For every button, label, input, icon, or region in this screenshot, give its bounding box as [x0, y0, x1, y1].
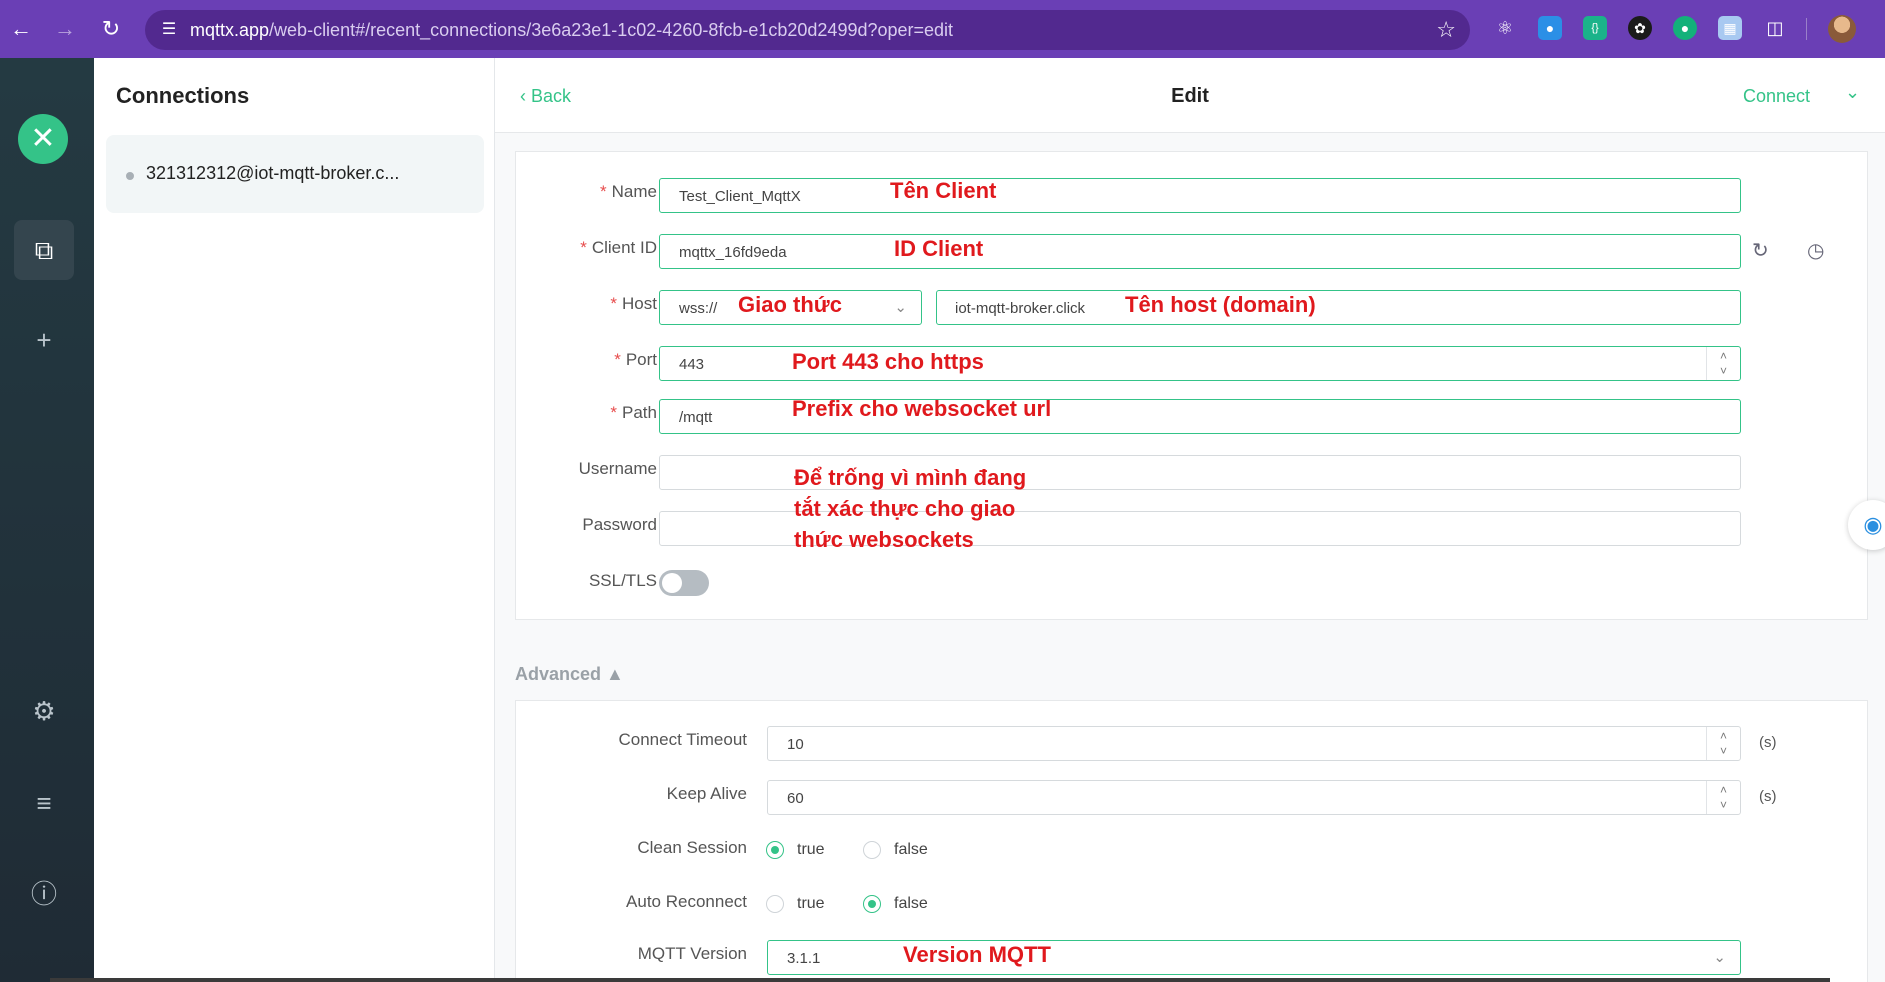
auto-reconnect-true-radio[interactable]	[766, 895, 784, 913]
connect-timeout-unit: (s)	[1759, 734, 1777, 751]
back-arrow-icon[interactable]: ←	[6, 14, 36, 44]
extensions-puzzle-icon[interactable]: ◫	[1763, 16, 1787, 40]
port-stepper[interactable]: ˄ ˅	[1706, 347, 1740, 380]
username-label: Username	[578, 459, 657, 478]
path-label: * Path	[610, 403, 657, 422]
reload-icon[interactable]: ↻	[96, 14, 126, 44]
ssl-toggle[interactable]	[659, 570, 709, 596]
name-label: * Name	[600, 182, 657, 201]
toolbar-divider	[1806, 18, 1807, 40]
profile-avatar[interactable]	[1828, 15, 1856, 43]
client-id-input[interactable]: mqttx_16fd9eda	[659, 234, 1741, 269]
name-input[interactable]: Test_Client_MqttX	[659, 178, 1741, 213]
connect-timeout-input[interactable]: 10 ˄ ˅	[767, 726, 1741, 761]
toggle-knob	[662, 573, 682, 593]
annotation-host: Tên host (domain)	[1125, 292, 1316, 317]
advanced-settings-card: Connect Timeout 10 ˄ ˅ (s) Keep Alive 60 …	[515, 700, 1868, 982]
url-text: mqttx.app/web-client#/recent_connections…	[190, 20, 954, 40]
keep-alive-input[interactable]: 60 ˄ ˅	[767, 780, 1741, 815]
address-bar[interactable]: ☰ mqttx.app/web-client#/recent_connectio…	[145, 10, 1470, 50]
auto-reconnect-label: Auto Reconnect	[626, 892, 747, 911]
auto-reconnect-false-label[interactable]: false	[894, 895, 928, 913]
connect-button[interactable]: Connect	[1743, 86, 1810, 107]
forward-arrow-icon[interactable]: →	[50, 14, 80, 44]
clean-session-false-radio[interactable]	[863, 841, 881, 859]
connection-list-item[interactable]: 321312312@iot-mqtt-broker.c...	[106, 135, 484, 213]
port-label: * Port	[614, 350, 657, 369]
host-label: * Host	[610, 294, 657, 313]
new-connection-plus-icon[interactable]: +	[14, 310, 74, 370]
connect-timeout-stepper[interactable]: ˄ ˅	[1706, 727, 1740, 760]
log-feed-icon[interactable]: ≡	[14, 773, 74, 833]
general-settings-card: * Name Test_Client_MqttX Tên Client * Clie…	[515, 151, 1868, 620]
connection-status-dot	[126, 172, 134, 180]
auto-reconnect-false-radio[interactable]	[863, 895, 881, 913]
chevron-down-icon[interactable]: ⌄	[1845, 82, 1860, 103]
connect-timeout-label: Connect Timeout	[618, 730, 747, 749]
annotation-protocol: Giao thức	[738, 292, 842, 317]
connections-title: Connections	[116, 83, 250, 108]
connections-panel: Connections 321312312@iot-mqtt-broker.c.…	[94, 58, 495, 982]
main-content: ‹ Back Edit Connect ⌄ * Name Test_Client_…	[495, 58, 1885, 982]
mqtt-version-label: MQTT Version	[637, 944, 747, 963]
annotation-client-id: ID Client	[894, 236, 984, 261]
edit-topbar: ‹ Back Edit Connect ⌄	[495, 58, 1885, 133]
react-devtools-icon[interactable]: ⚛	[1493, 16, 1517, 40]
refresh-client-id-icon[interactable]: ↻	[1752, 238, 1769, 263]
advanced-section-toggle[interactable]: Advanced ▲	[515, 664, 624, 685]
chat-extension-icon[interactable]: ●	[1673, 16, 1697, 40]
clean-session-true-radio[interactable]	[766, 841, 784, 859]
droplet-extension-icon[interactable]: ●	[1538, 16, 1562, 40]
browser-toolbar: ← → ↻ ☰ mqttx.app/web-client#/recent_con…	[0, 0, 1885, 58]
json-extension-icon[interactable]: {}	[1583, 16, 1607, 40]
chevron-down-icon: ⌄	[1713, 949, 1726, 966]
clean-session-true-label[interactable]: true	[797, 841, 825, 859]
host-input[interactable]: iot-mqtt-broker.click	[936, 290, 1741, 325]
chevron-down-icon: ⌄	[894, 299, 907, 316]
clean-session-label: Clean Session	[637, 838, 747, 857]
client-id-label: * Client ID	[580, 238, 657, 257]
connections-icon[interactable]: ⧉	[14, 220, 74, 280]
keep-alive-stepper[interactable]: ˄ ˅	[1706, 781, 1740, 814]
annotation-auth-line-1: Để trống vì mình đang	[794, 465, 1027, 490]
window-bottom-edge	[50, 978, 1830, 982]
about-info-icon[interactable]: ⓘ	[14, 864, 74, 924]
connection-name: 321312312@iot-mqtt-broker.c...	[146, 163, 400, 183]
annotation-auth-line-3: thức websockets	[794, 527, 974, 552]
page-title: Edit	[1171, 85, 1209, 107]
keep-alive-unit: (s)	[1759, 788, 1777, 805]
clean-session-false-label[interactable]: false	[894, 841, 928, 859]
annotation-name: Tên Client	[890, 178, 997, 203]
translate-extension-icon[interactable]: ▦	[1718, 16, 1742, 40]
annotation-auth-line-2: tắt xác thực cho giao	[794, 496, 1016, 521]
ssl-label: SSL/TLS	[588, 571, 657, 590]
auto-reconnect-true-label[interactable]: true	[797, 895, 825, 913]
bookmark-star-icon[interactable]: ☆	[1436, 17, 1456, 43]
annotation-port: Port 443 cho https	[792, 349, 984, 374]
keep-alive-label: Keep Alive	[666, 784, 747, 803]
annotation-path: Prefix cho websocket url	[792, 396, 1052, 421]
app-sidebar: ✕ ⧉ + ⚙ ≡ ⓘ	[0, 58, 94, 982]
annotation-mqtt-version: Version MQTT	[903, 942, 1051, 967]
password-label: Password	[582, 515, 657, 534]
history-clock-icon[interactable]: ◷	[1807, 238, 1824, 263]
openai-extension-icon[interactable]: ✿	[1628, 16, 1652, 40]
site-settings-icon[interactable]: ☰	[157, 18, 181, 42]
mqttx-logo: ✕	[18, 114, 68, 164]
settings-gear-icon[interactable]: ⚙	[14, 681, 74, 741]
